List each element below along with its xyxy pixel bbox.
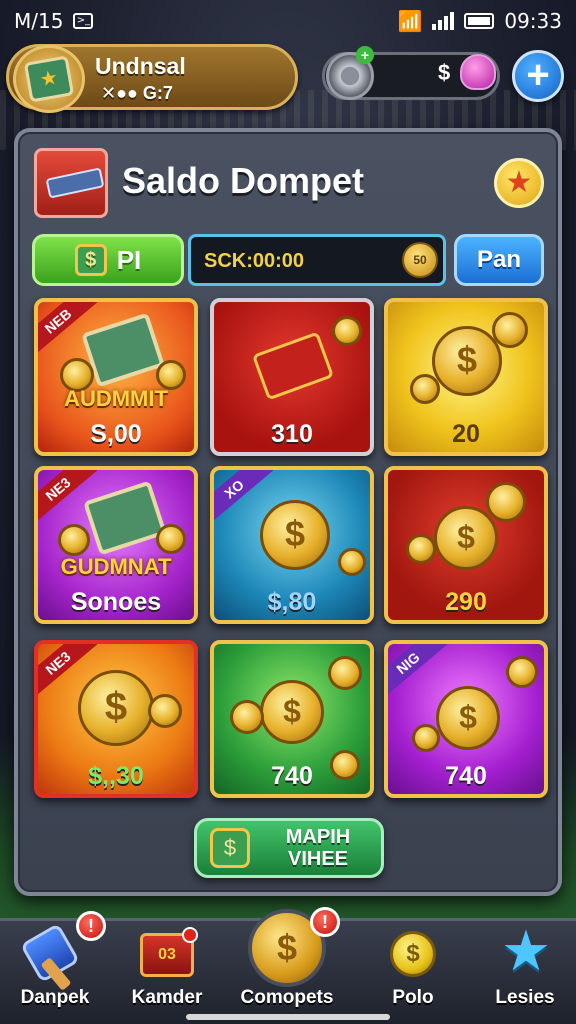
- map-label-line1: MAPIH: [285, 826, 351, 848]
- tile-coins-290[interactable]: $ 290: [384, 466, 548, 624]
- coin-icon: [328, 656, 362, 690]
- coin-icon: [506, 656, 538, 688]
- nav-label: Kamder: [131, 987, 203, 1008]
- pi-button[interactable]: $ PI: [32, 234, 184, 286]
- coin-icon: $: [390, 931, 436, 977]
- wifi-icon: 📶: [397, 9, 423, 33]
- plus-badge-icon: +: [356, 46, 374, 64]
- money-icon: $: [210, 828, 250, 868]
- money-avatar-icon: [23, 55, 75, 103]
- coin-icon: [332, 316, 362, 346]
- tile-badge: XO: [214, 470, 274, 525]
- tile-red-envelope[interactable]: 310: [210, 298, 374, 456]
- coin-icon: [412, 724, 440, 752]
- coin-icon: $: [434, 506, 498, 570]
- coin-icon: [58, 524, 90, 556]
- tile-badge: NIG: [388, 644, 448, 699]
- tile-audmmit[interactable]: NEB AUDMMIT S,00: [34, 298, 198, 456]
- player-name: Undnsal: [95, 53, 186, 79]
- tile-value: 290: [445, 588, 487, 616]
- tile-value: $,80: [267, 588, 317, 616]
- nav-item-kamder[interactable]: 03 Kamder: [112, 921, 222, 1024]
- pan-button[interactable]: Pan: [454, 234, 544, 286]
- coin-icon: [156, 524, 186, 554]
- coin-icon: [486, 482, 526, 522]
- coin-icon: [230, 700, 264, 734]
- status-time: M/15: [14, 9, 64, 33]
- player-card[interactable]: Undnsal ✕●● G:7: [6, 44, 298, 113]
- coin-icon: $: [78, 670, 154, 746]
- terminal-icon: >_: [73, 13, 94, 29]
- tile-value: S,00: [90, 420, 142, 448]
- timer-text: SCK:00:00: [204, 250, 305, 272]
- star-button[interactable]: ★: [494, 158, 544, 208]
- nav-item-danpek[interactable]: ! Danpek: [0, 911, 110, 1024]
- battery-icon: [464, 13, 495, 29]
- money-icon: $: [74, 244, 107, 276]
- tile-value: 20: [452, 420, 480, 448]
- gem-icon: [460, 54, 496, 90]
- status-bar: M/15 >_ 📶 09:33: [0, 0, 576, 42]
- tile-coins-20[interactable]: $ 20: [384, 298, 548, 456]
- signal-icon: [432, 12, 455, 30]
- alert-dot-small: [182, 927, 198, 943]
- add-currency-button[interactable]: +: [512, 50, 564, 102]
- coin-icon: $: [432, 326, 502, 396]
- coin-icon: $: [260, 680, 324, 744]
- tile-value: 740: [271, 762, 313, 790]
- tile-value: $,,30: [88, 762, 144, 790]
- map-label-line2: VIHEE: [287, 848, 349, 870]
- coin-icon: [148, 694, 182, 728]
- player-level: ✕●● G:7: [101, 83, 173, 103]
- nav-item-polo[interactable]: $ Polo: [358, 921, 468, 1024]
- wallet-icon: [34, 148, 108, 218]
- tile-name: AUDMMIT: [64, 386, 168, 411]
- home-indicator[interactable]: [186, 1014, 390, 1020]
- coin-icon: [492, 312, 528, 348]
- status-right-text: 09:33: [504, 9, 562, 33]
- nav-item-comopets[interactable]: $ ! Comopets: [232, 907, 342, 1024]
- tile-coins-green[interactable]: $ 740: [210, 640, 374, 798]
- tile-value: Sonoes: [70, 588, 162, 616]
- panel-title: Saldo Dompet: [122, 160, 365, 201]
- coin-icon: [410, 374, 440, 404]
- tile-value: 310: [271, 420, 313, 448]
- tile-name: GUDMNAT: [60, 554, 172, 579]
- alert-badge: !: [310, 907, 340, 937]
- coin-icon: $: [436, 686, 500, 750]
- coin-icon: $: [260, 500, 330, 570]
- star-icon: ★: [500, 919, 552, 982]
- envelope-icon: [251, 331, 335, 401]
- tile-value: 740: [445, 762, 487, 790]
- pi-label: PI: [116, 244, 142, 275]
- tile-gudmnat[interactable]: NE3 GUDMNAT Sonoes: [34, 466, 198, 624]
- nav-label: Polo: [392, 987, 434, 1008]
- coin-icon: [406, 534, 436, 564]
- nav-label: Lesies: [495, 987, 555, 1008]
- alert-badge: !: [76, 911, 106, 941]
- avatar[interactable]: [13, 45, 85, 113]
- nav-label: Comopets: [240, 987, 334, 1008]
- banknote-icon: [83, 480, 167, 556]
- tile-coins-orange[interactable]: NE3 $ $,,30: [34, 640, 198, 798]
- currency-symbol: $: [438, 60, 451, 85]
- coin-icon: [338, 548, 366, 576]
- tile-coin-blue[interactable]: XO $ $,80: [210, 466, 374, 624]
- timer-coin-icon: 50: [402, 242, 438, 278]
- map-button-label: MAPIH VIHEE: [258, 826, 378, 870]
- bottom-nav: ! Danpek 03 Kamder $ ! Comopets $ Polo ★…: [0, 907, 576, 1024]
- nav-item-lesies[interactable]: ★ Lesies: [470, 921, 576, 1024]
- nav-label: Danpek: [20, 987, 90, 1008]
- tile-coins-purple[interactable]: NIG $ 740: [384, 640, 548, 798]
